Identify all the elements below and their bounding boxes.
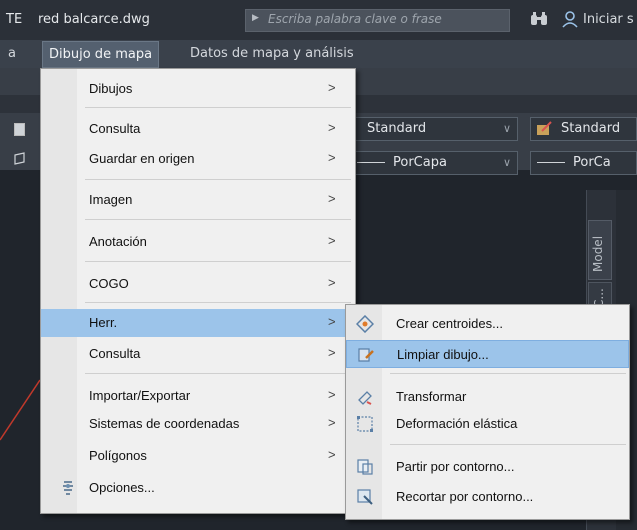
menu-separator (85, 107, 351, 108)
lineweight-dropdown[interactable]: PorCa (530, 151, 637, 175)
menubar-item-dibujo-de-mapa[interactable]: Dibujo de mapa (42, 41, 160, 68)
cleanup-icon (358, 348, 374, 362)
submenu-item-label: Limpiar dibujo... (397, 347, 489, 362)
rubbersheet-icon (357, 416, 373, 432)
chevron-down-icon: ∨ (502, 156, 511, 169)
linetype-dropdown[interactable]: PorCapa ∨ (350, 151, 518, 175)
sign-in-link[interactable]: Iniciar s (583, 12, 634, 27)
chevron-right-icon: > (328, 314, 336, 329)
submenu-item-label: Crear centroides... (396, 316, 503, 331)
submenu-item-label: Partir por contorno... (396, 459, 515, 474)
menu-item-label: Imagen (89, 192, 133, 207)
lineweight-value: PorCa (573, 155, 611, 170)
submenu-item-partir-por-contorno[interactable]: Partir por contorno... (346, 453, 629, 481)
submenu-item-recortar-por-contorno[interactable]: Recortar por contorno... (346, 483, 629, 511)
chevron-right-icon: > (328, 345, 336, 360)
menubar-item-datos-de-mapa[interactable]: Datos de mapa y análisis (190, 46, 354, 61)
submenu-separator (390, 373, 626, 374)
menu-item-label: Guardar en origen (89, 151, 195, 166)
chevron-right-icon: > (328, 415, 336, 430)
chevron-right-icon: > (328, 233, 336, 248)
chevron-right-icon: > (328, 387, 336, 402)
menu-separator (85, 179, 351, 180)
menu-item-label: COGO (89, 276, 129, 291)
lineweight-swatch (537, 162, 565, 163)
menu-separator (85, 302, 351, 303)
search-expand-icon[interactable]: ▶ (252, 13, 259, 23)
dimension-style-icon (537, 121, 552, 135)
app-name: TE (6, 12, 23, 27)
binoculars-icon[interactable] (530, 11, 548, 27)
menu-item-consulta-2[interactable]: Consulta > (41, 340, 355, 368)
menu-item-label: Consulta (89, 121, 141, 136)
dimension-style-value: Standard (561, 121, 621, 136)
document-title: red balcarce.dwg (38, 12, 150, 27)
menu-item-imagen[interactable]: Imagen > (41, 186, 355, 214)
menu-item-label: Anotación (89, 234, 147, 249)
menu-item-label: Consulta (89, 346, 141, 361)
menu-item-label: Herr. (89, 315, 118, 330)
menu-item-label: Opciones... (89, 480, 155, 495)
menu-item-guardar-en-origen[interactable]: Guardar en origen > (41, 145, 355, 173)
menu-item-herr[interactable]: Herr. > (41, 309, 355, 337)
menu-item-label: Importar/Exportar (89, 388, 191, 403)
chevron-right-icon: > (328, 275, 336, 290)
submenu-item-transformar[interactable]: Transformar (346, 383, 629, 411)
chevron-right-icon: > (328, 150, 336, 165)
menu-separator (85, 219, 351, 220)
menu-separator (85, 261, 351, 262)
chevron-down-icon: ∨ (502, 122, 511, 135)
chevron-right-icon: > (328, 191, 336, 206)
submenu-separator (390, 444, 626, 445)
break-icon (357, 459, 373, 475)
layer-tool-icon[interactable] (14, 152, 25, 165)
menu-separator (85, 373, 351, 374)
search-placeholder: Escriba palabra clave o frase (268, 12, 442, 26)
menu-item-sistemas-de-coordenadas[interactable]: Sistemas de coordenadas > (41, 410, 355, 438)
submenu-item-label: Recortar por contorno... (396, 489, 534, 504)
linetype-swatch (357, 162, 385, 163)
properties-tool-icon[interactable] (14, 123, 25, 136)
submenu-item-label: Deformación elástica (396, 416, 518, 431)
menu-item-opciones[interactable]: Opciones... (41, 474, 355, 502)
menu-item-importar-exportar[interactable]: Importar/Exportar > (41, 382, 355, 410)
menu-item-cogo[interactable]: COGO > (41, 270, 355, 298)
text-style-value: Standard (367, 121, 427, 136)
options-icon (63, 481, 73, 495)
menu-item-anotacion[interactable]: Anotación > (41, 228, 355, 256)
centroid-icon (356, 315, 374, 333)
user-icon[interactable] (561, 10, 579, 28)
submenu-item-crear-centroides[interactable]: Crear centroides... (346, 310, 629, 338)
submenu-item-deformacion-elastica[interactable]: Deformación elástica (346, 410, 629, 438)
menu-item-label: Dibujos (89, 81, 133, 96)
chevron-right-icon: > (328, 447, 336, 462)
chevron-right-icon: > (328, 80, 336, 95)
menu-item-poligonos[interactable]: Polígonos > (41, 442, 355, 470)
submenu-item-limpiar-dibujo[interactable]: Limpiar dibujo... (346, 340, 629, 368)
menu-item-dibujos[interactable]: Dibujos > (41, 75, 355, 103)
trim-icon (357, 489, 373, 505)
tab-model-label: Model (591, 235, 605, 272)
submenu-item-label: Transformar (396, 389, 467, 404)
chevron-right-icon: > (328, 120, 336, 135)
transform-icon (358, 391, 372, 405)
menu-item-label: Sistemas de coordenadas (89, 416, 240, 431)
linetype-value: PorCapa (393, 155, 447, 170)
menu-item-consulta[interactable]: Consulta > (41, 115, 355, 143)
menu-item-label: Polígonos (89, 448, 147, 463)
menubar-item-fragment[interactable]: a (8, 46, 16, 61)
text-style-dropdown[interactable]: Standard ∨ (350, 117, 518, 141)
